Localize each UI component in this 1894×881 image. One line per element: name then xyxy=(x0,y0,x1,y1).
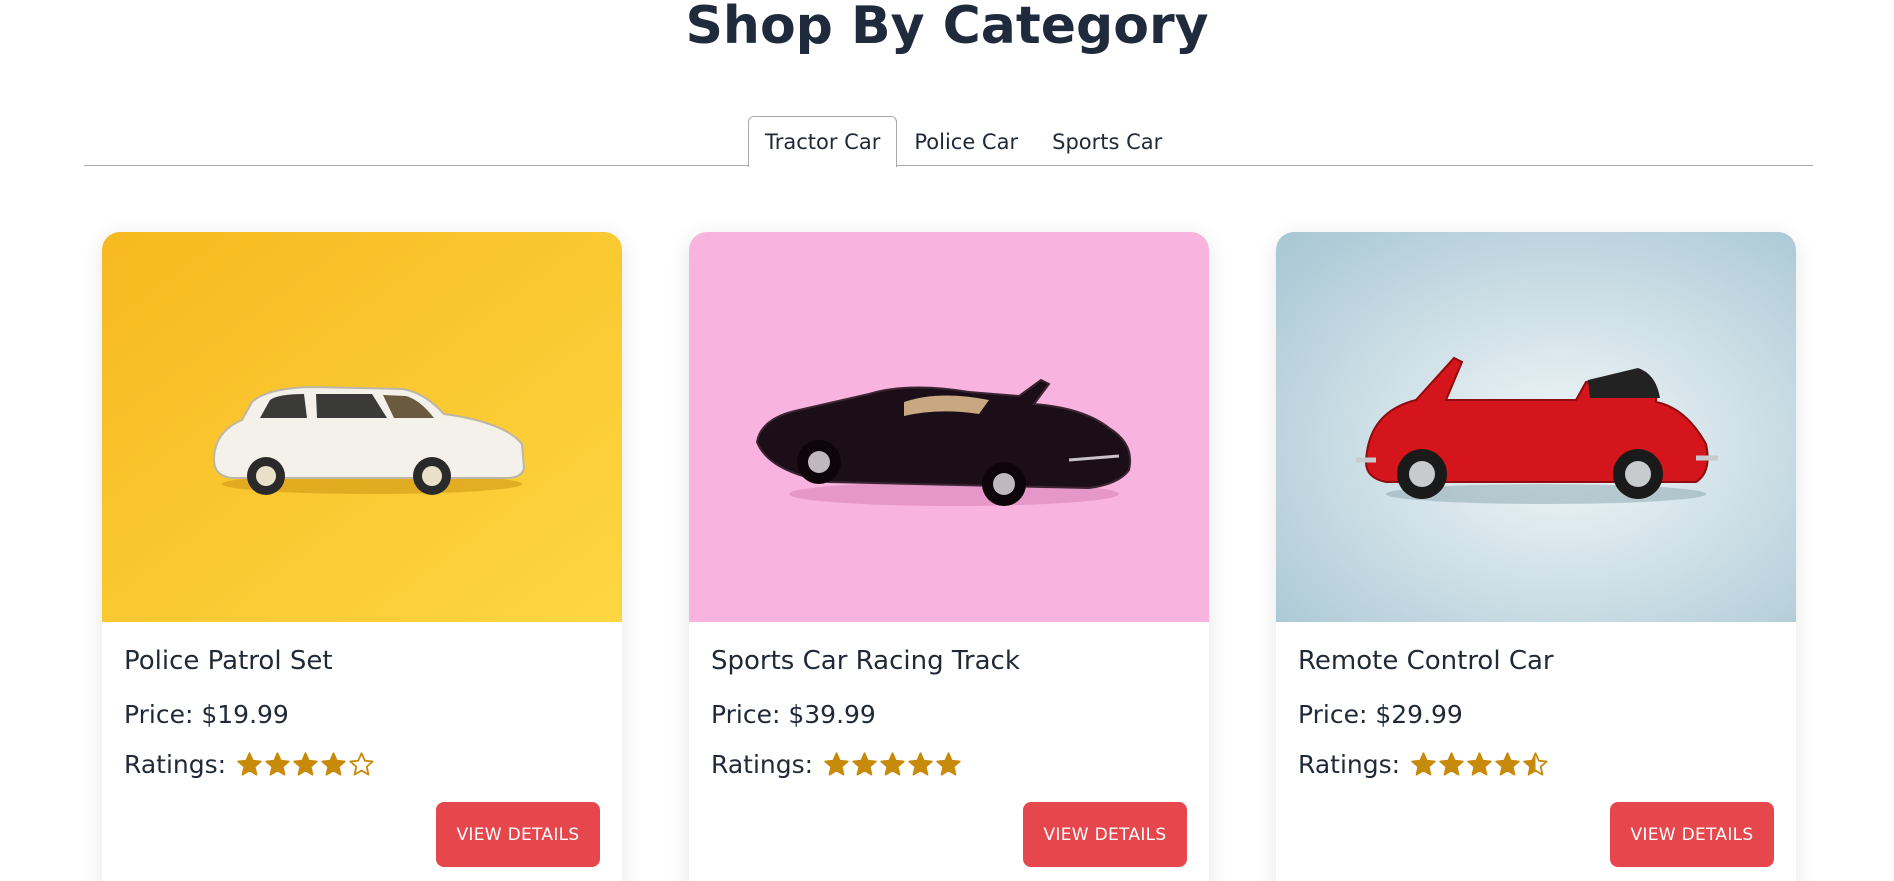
ratings-row: Ratings: xyxy=(124,750,375,779)
star-filled-icon xyxy=(265,752,290,776)
product-price: Price: $29.99 xyxy=(1298,700,1463,729)
product-card: Police Patrol Set Price: $19.99 Ratings:… xyxy=(102,232,622,881)
star-filled-icon xyxy=(880,752,905,776)
star-outline-icon xyxy=(349,752,374,776)
product-name: Police Patrol Set xyxy=(124,646,333,676)
product-name: Sports Car Racing Track xyxy=(711,646,1020,676)
product-image-white-car xyxy=(102,232,622,622)
product-image-red-beetle xyxy=(1276,232,1796,622)
tab-sports-car[interactable]: Sports Car xyxy=(1035,116,1179,166)
star-filled-icon xyxy=(936,752,961,776)
star-filled-icon xyxy=(1495,752,1520,776)
ratings-label: Ratings: xyxy=(711,750,814,779)
view-details-button[interactable]: VIEW DETAILS xyxy=(1610,802,1774,867)
view-details-button[interactable]: VIEW DETAILS xyxy=(1023,802,1187,867)
product-card: Sports Car Racing Track Price: $39.99 Ra… xyxy=(689,232,1209,881)
product-price: Price: $39.99 xyxy=(711,700,876,729)
category-tabs: Tractor Car Police Car Sports Car xyxy=(84,116,1813,167)
star-filled-icon xyxy=(908,752,933,776)
star-rating xyxy=(823,751,962,778)
ratings-label: Ratings: xyxy=(1298,750,1401,779)
star-filled-icon xyxy=(824,752,849,776)
star-filled-icon xyxy=(1411,752,1436,776)
tab-police-car[interactable]: Police Car xyxy=(897,116,1035,166)
product-image-black-convertible xyxy=(689,232,1209,622)
tab-tractor-car[interactable]: Tractor Car xyxy=(748,116,898,167)
star-filled-icon xyxy=(1467,752,1492,776)
product-card: Remote Control Car Price: $29.99 Ratings… xyxy=(1276,232,1796,881)
tab-list: Tractor Car Police Car Sports Car xyxy=(748,116,1179,167)
product-price: Price: $19.99 xyxy=(124,700,289,729)
star-filled-icon xyxy=(321,752,346,776)
ratings-label: Ratings: xyxy=(124,750,227,779)
star-filled-icon xyxy=(852,752,877,776)
product-name: Remote Control Car xyxy=(1298,646,1554,676)
star-filled-icon xyxy=(237,752,262,776)
page-title: Shop By Category xyxy=(685,0,1209,56)
star-rating xyxy=(236,751,375,778)
star-rating xyxy=(1410,751,1549,778)
ratings-row: Ratings: xyxy=(1298,750,1549,779)
star-filled-icon xyxy=(1439,752,1464,776)
ratings-row: Ratings: xyxy=(711,750,962,779)
star-filled-icon xyxy=(293,752,318,776)
view-details-button[interactable]: VIEW DETAILS xyxy=(436,802,600,867)
star-half-icon xyxy=(1523,752,1548,776)
